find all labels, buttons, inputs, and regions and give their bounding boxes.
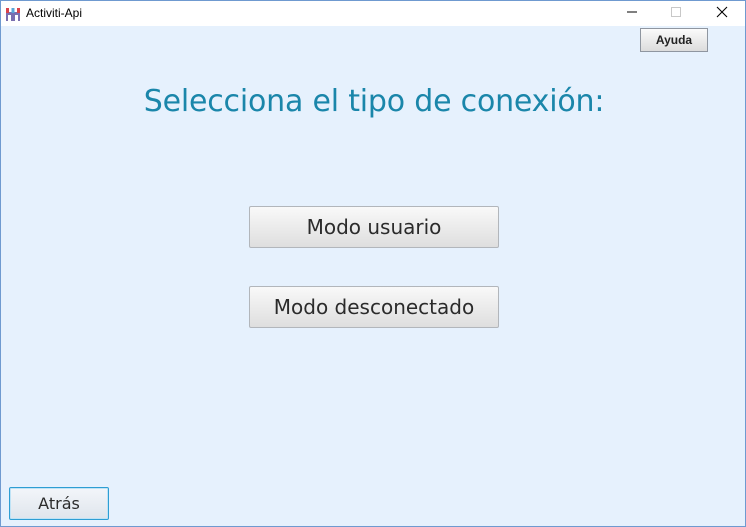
window-title: Activiti-Api <box>26 6 83 20</box>
page-title: Selecciona el tipo de conexión: <box>143 84 605 119</box>
close-icon <box>716 5 728 23</box>
title-bar[interactable]: Activiti-Api <box>1 1 745 26</box>
minimize-button[interactable] <box>609 1 655 26</box>
help-button[interactable]: Ayuda <box>640 28 708 52</box>
offline-mode-button[interactable]: Modo desconectado <box>249 286 499 328</box>
content-panel: Ayuda Selecciona el tipo de conexión: Mo… <box>1 26 745 526</box>
activiti-app-icon <box>5 6 21 22</box>
close-button[interactable] <box>699 1 745 26</box>
app-window: Activiti-Api Ayuda Selecciona el tipo de… <box>0 0 746 527</box>
minimize-icon <box>626 5 638 23</box>
back-button[interactable]: Atrás <box>9 487 109 520</box>
maximize-button <box>653 1 699 26</box>
user-mode-button[interactable]: Modo usuario <box>249 206 499 248</box>
maximize-icon <box>670 5 682 23</box>
